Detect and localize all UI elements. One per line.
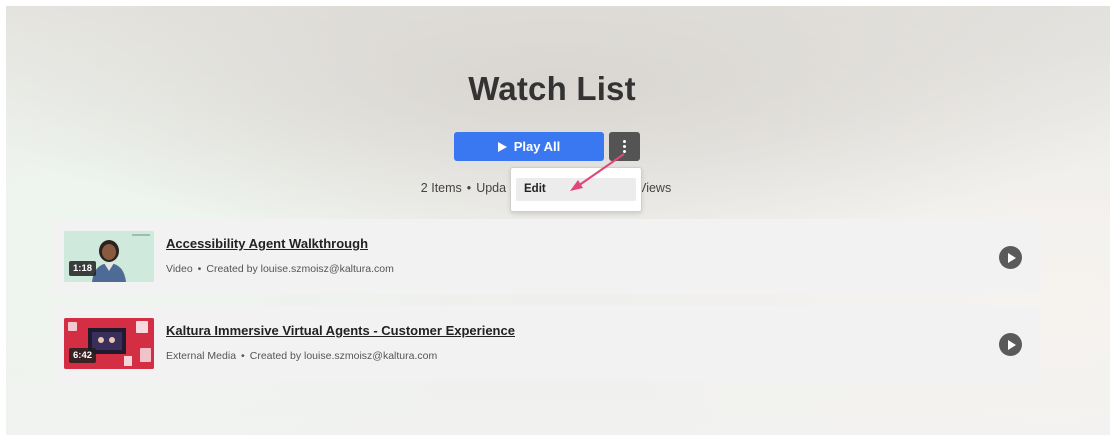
item-title-link[interactable]: Kaltura Immersive Virtual Agents - Custo… [166, 323, 515, 338]
item-title-link[interactable]: Accessibility Agent Walkthrough [166, 236, 368, 251]
play-circle-icon[interactable] [999, 246, 1022, 269]
views-text: Views [638, 181, 672, 195]
item-meta: External Media • Created by louise.szmoisz… [166, 350, 437, 362]
list-item[interactable]: 6:42 Kaltura Immersive Virtual Agents - … [52, 306, 1041, 381]
item-type: External Media [166, 350, 237, 362]
updated-text: Upda [476, 181, 507, 195]
menu-item-edit[interactable]: Edit [516, 178, 636, 201]
vertical-ellipsis-icon [623, 140, 626, 153]
item-meta: Video • Created by louise.szmoisz@kaltura.… [166, 263, 394, 275]
video-thumbnail[interactable]: 6:42 [64, 318, 154, 369]
duration-badge: 6:42 [69, 348, 97, 363]
item-creator: Created by louise.szmoisz@kaltura.com [206, 263, 394, 275]
video-thumbnail[interactable]: 1:18 [64, 231, 154, 282]
more-options-button[interactable] [609, 132, 640, 161]
play-all-button[interactable]: Play All [454, 132, 604, 161]
list-item[interactable]: 1:18 Accessibility Agent Walkthrough Vid… [52, 219, 1041, 294]
play-icon [497, 141, 507, 152]
item-type: Video [166, 263, 193, 275]
play-circle-icon[interactable] [999, 333, 1022, 356]
page: Watch List Play All 2 Items • Upda Views Ed… [0, 0, 1112, 435]
items-count: 2 Items [420, 181, 462, 195]
duration-badge: 1:18 [69, 261, 97, 276]
bullet-separator: • [241, 350, 245, 362]
play-all-label: Play All [513, 139, 561, 154]
more-options-menu: Edit [510, 167, 642, 212]
bullet-separator: • [197, 263, 202, 275]
item-creator: Created by louise.szmoisz@kaltura.com [249, 350, 438, 362]
bullet-separator: • [466, 181, 472, 195]
page-title: Watch List [468, 70, 636, 107]
